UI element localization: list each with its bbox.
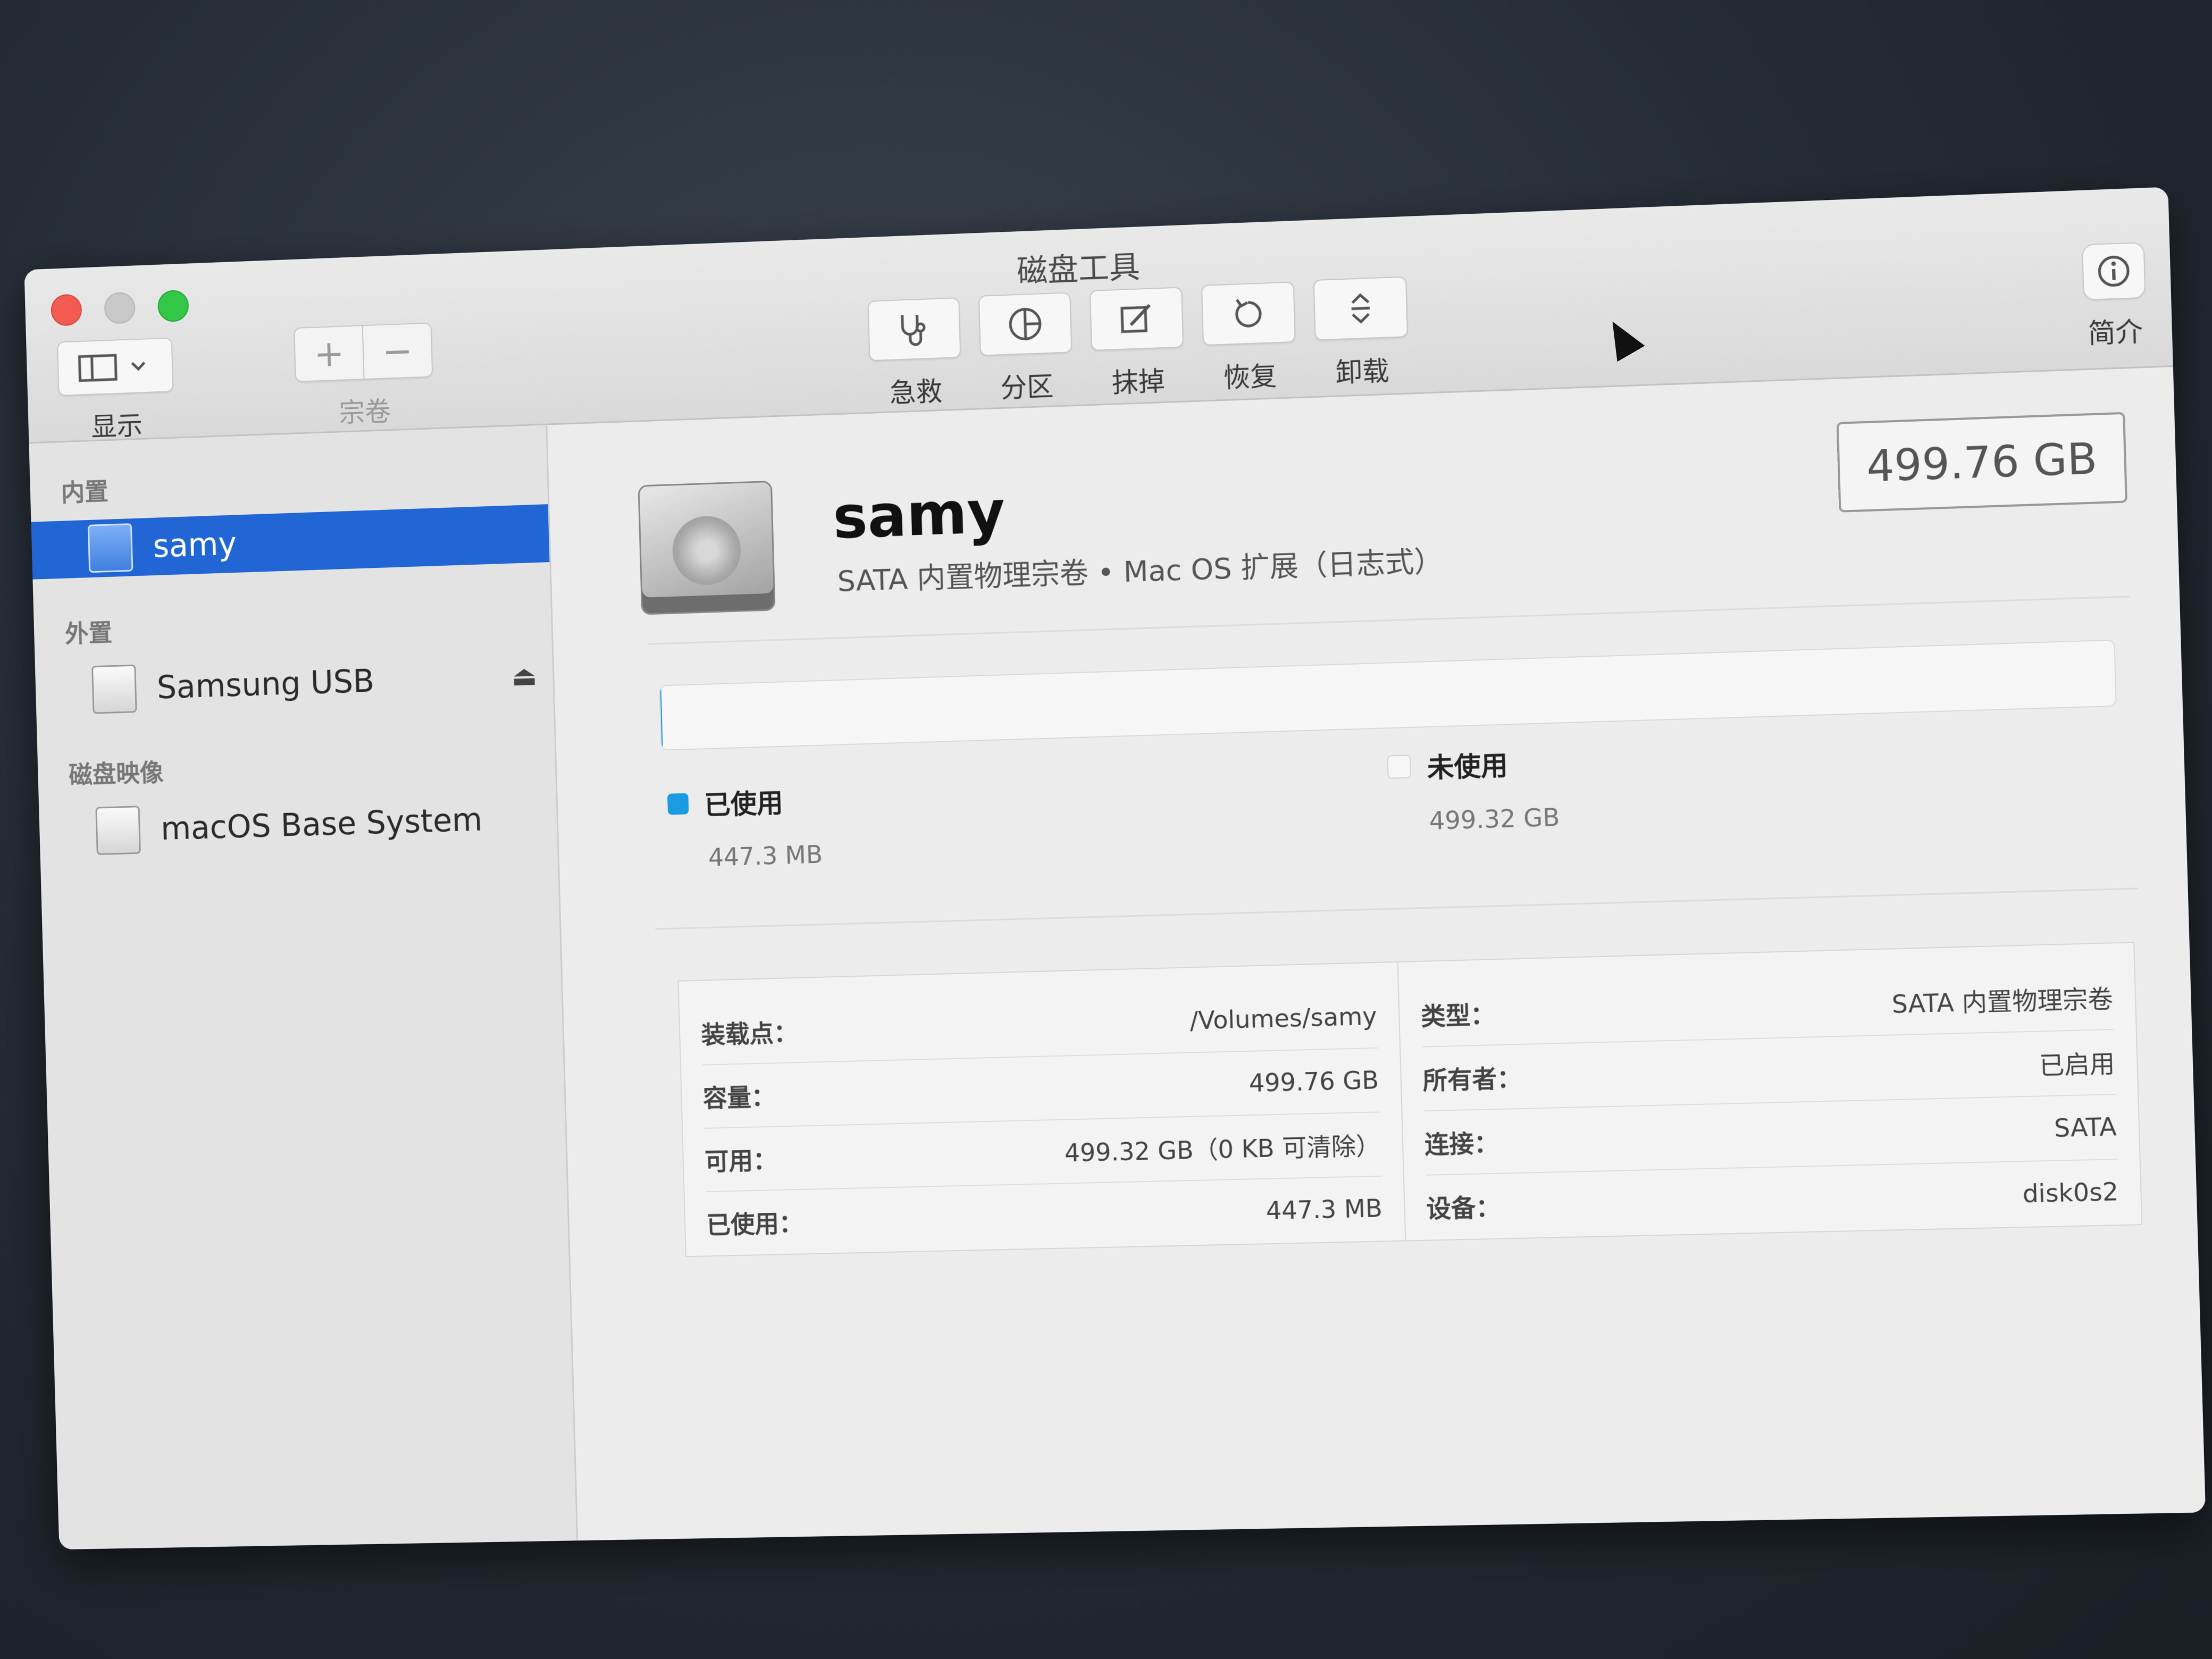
restore-group: 恢复	[1201, 281, 1297, 396]
detail-key: 已使用：	[706, 1208, 804, 1239]
section-internal: 内置	[61, 476, 109, 507]
sidebar: 内置 samy 外置 Samsung USB ⏏ 磁盘映像 macOS Base…	[29, 425, 579, 1550]
details-table: 装载点： /Volumes/samy 容量： 499.76 GB 可用： 499…	[677, 942, 2143, 1258]
volume-segment: + −	[294, 322, 433, 382]
volume-size: 499.76 GB	[1836, 412, 2128, 513]
details-right: 类型： SATA 内置物理宗卷 所有者： 已启用 连接： SATA 设备： di…	[1397, 943, 2142, 1241]
sidebar-item-samy[interactable]: samy	[31, 504, 550, 580]
detail-value: 447.3 MB	[1266, 1193, 1383, 1226]
detail-value: SATA	[2054, 1112, 2117, 1143]
legend-used: 已使用 447.3 MB	[667, 781, 823, 873]
disk-image-icon	[95, 806, 141, 856]
detail-key: 所有者：	[1422, 1063, 1522, 1095]
info-button[interactable]	[2081, 241, 2146, 301]
detail-key: 类型：	[1420, 1000, 1496, 1031]
info-icon	[2096, 253, 2132, 289]
main-content: samy SATA 内置物理宗卷 • Mac OS 扩展（日志式） 499.76…	[547, 367, 2206, 1541]
detail-key: 可用：	[704, 1145, 778, 1176]
sidebar-item-macos-base-system[interactable]: macOS Base System	[39, 789, 557, 861]
usage-bar	[659, 639, 2117, 751]
partition-label: 分区	[1000, 371, 1054, 404]
divider	[655, 887, 2139, 930]
erase-button[interactable]	[1090, 287, 1184, 351]
external-disk-icon	[91, 664, 137, 714]
view-group: 显示	[57, 337, 175, 446]
remove-volume-button[interactable]: −	[363, 322, 433, 380]
unmount-group: 卸载	[1313, 276, 1410, 391]
section-external: 外置	[64, 618, 113, 648]
pie-icon	[1006, 305, 1044, 343]
sidebar-item-label: macOS Base System	[160, 801, 483, 848]
stethoscope-icon	[893, 310, 936, 349]
free-value: 499.32 GB	[1428, 802, 1561, 836]
used-value: 447.3 MB	[708, 840, 823, 872]
detail-value: disk0s2	[2022, 1177, 2119, 1209]
free-swatch	[1387, 755, 1412, 779]
sidebar-item-label: samy	[152, 525, 237, 565]
first-aid-label: 急救	[889, 376, 943, 409]
detail-value: 已启用	[2039, 1049, 2115, 1080]
restore-label: 恢复	[1223, 361, 1278, 393]
erase-group: 抹掉	[1090, 287, 1185, 400]
detail-value: 499.32 GB（0 KB 可清除）	[1064, 1131, 1381, 1168]
detail-key: 装载点：	[701, 1018, 799, 1049]
volume-name: samy	[832, 477, 1006, 552]
partition-group: 分区	[978, 292, 1074, 406]
add-volume-button[interactable]: +	[294, 325, 365, 382]
detail-value: SATA 内置物理宗卷	[1891, 984, 2114, 1019]
unmount-icon	[1342, 289, 1380, 328]
erase-icon	[1118, 299, 1156, 338]
detail-key: 设备：	[1426, 1192, 1501, 1224]
volume-label: 宗卷	[338, 396, 391, 429]
sidebar-icon	[76, 350, 154, 384]
details-left: 装载点： /Volumes/samy 容量： 499.76 GB 可用： 499…	[679, 962, 1405, 1256]
first-aid-group: 急救	[867, 297, 962, 411]
detail-key: 连接：	[1424, 1128, 1499, 1159]
sidebar-item-samsung-usb[interactable]: Samsung USB ⏏	[35, 647, 554, 720]
sidebar-item-label: Samsung USB	[156, 663, 375, 707]
info-group: 简介	[2081, 241, 2147, 351]
hard-drive-icon	[638, 480, 776, 615]
unmount-label: 卸载	[1335, 355, 1390, 389]
detail-key: 容量：	[702, 1082, 776, 1113]
usage-bar-used	[660, 686, 664, 750]
eject-icon[interactable]: ⏏	[511, 660, 538, 692]
used-label: 已使用	[703, 787, 784, 821]
restore-button[interactable]	[1201, 281, 1296, 346]
disk-utility-window: 磁盘工具 显示 + − 宗卷 急救 分区 抹掉 恢复 卸载 简介 内置 samy…	[24, 187, 2206, 1550]
first-aid-button[interactable]	[867, 297, 961, 362]
used-swatch	[667, 793, 689, 815]
unmount-button[interactable]	[1313, 276, 1409, 341]
volume-group: + − 宗卷	[294, 322, 434, 431]
restore-icon	[1229, 295, 1268, 333]
view-label: 显示	[90, 410, 143, 443]
legend-free: 未使用 499.32 GB	[1387, 743, 1560, 836]
erase-label: 抹掉	[1111, 365, 1166, 399]
info-label: 简介	[2088, 316, 2143, 350]
section-disk-images: 磁盘映像	[68, 758, 164, 789]
view-button[interactable]	[57, 337, 174, 396]
free-label: 未使用	[1427, 750, 1509, 784]
detail-value: 499.76 GB	[1249, 1065, 1379, 1098]
divider	[647, 596, 2131, 645]
internal-disk-icon	[87, 523, 133, 573]
partition-button[interactable]	[978, 292, 1073, 356]
detail-value: /Volumes/samy	[1189, 1001, 1378, 1035]
